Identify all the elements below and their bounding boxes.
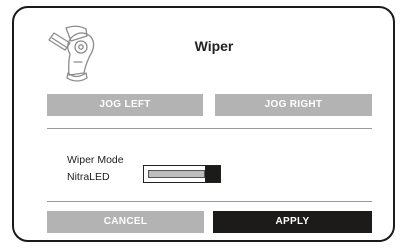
- dialog-title: Wiper: [194, 38, 234, 54]
- slider-handle[interactable]: [205, 166, 220, 182]
- wiper-mode-label: Wiper Mode: [67, 154, 124, 166]
- wiper-mode-slider[interactable]: [143, 165, 221, 183]
- wiper-mode-value: NitraLED: [67, 171, 110, 183]
- jog-right-button[interactable]: JOG RIGHT: [215, 94, 372, 116]
- jog-left-button[interactable]: JOG LEFT: [47, 94, 203, 116]
- wiper-tool-icon: [46, 18, 114, 86]
- apply-button[interactable]: APPLY: [213, 211, 372, 233]
- divider: [47, 128, 372, 129]
- divider: [47, 201, 372, 202]
- slider-track-fill: [148, 170, 205, 178]
- wiper-dialog: Wiper JOG LEFT JOG RIGHT Wiper Mode Nitr…: [12, 6, 395, 242]
- cancel-button[interactable]: CANCEL: [47, 211, 204, 233]
